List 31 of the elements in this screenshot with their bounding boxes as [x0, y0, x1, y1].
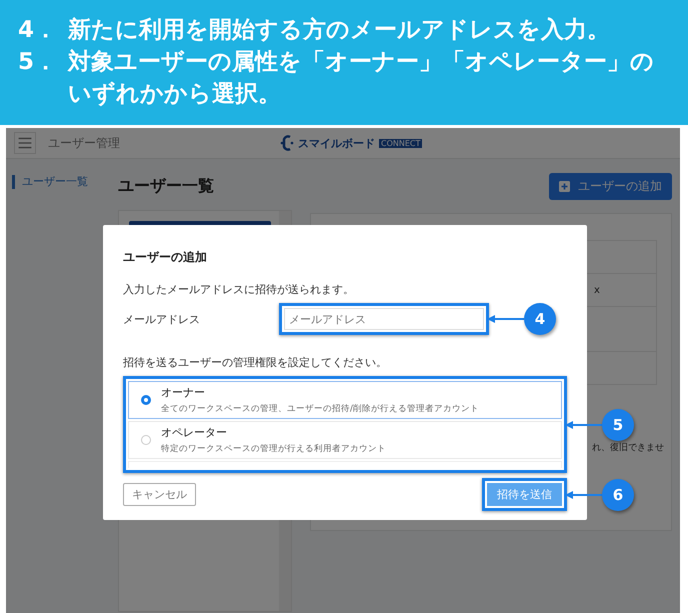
step-badge: 4: [524, 303, 556, 335]
sidebar-item[interactable]: ユーザー一覧: [12, 175, 106, 189]
dialog-title: ユーザーの追加: [123, 249, 208, 266]
header-title: ユーザー管理: [48, 134, 120, 152]
logo-text: スマイルボード: [298, 136, 375, 150]
add-user-button[interactable]: ユーザーの追加: [549, 173, 672, 200]
instruction-text: 新たに利用を開始する方のメールアドレスを入力。: [68, 16, 611, 45]
role-name: オペレーター: [161, 425, 228, 440]
role-option[interactable]: オーナー 全てのワークスペースの管理、ユーザーの招待/削除が行える管理者アカウント: [128, 381, 562, 419]
radio-button[interactable]: [141, 395, 151, 405]
step-number: 5．: [18, 48, 58, 77]
role-description: 特定のワークスペースの管理が行える利用者アカウント: [161, 443, 386, 455]
email-field[interactable]: メールアドレス: [284, 308, 484, 330]
detail-text: x: [594, 284, 600, 296]
role-description: 全てのワークスペースの管理、ユーザーの招待/削除が行える管理者アカウント: [161, 403, 479, 415]
radio-button[interactable]: [141, 435, 151, 445]
email-label: メールアドレス: [123, 312, 201, 326]
role-option[interactable]: オペレーター 特定のワークスペースの管理が行える利用者アカウント: [128, 421, 562, 459]
cancel-button[interactable]: キャンセル: [123, 483, 196, 506]
role-name: オーナー: [161, 385, 206, 400]
dialog-description: 入力したメールアドレスに招待が送られます。: [123, 282, 355, 297]
menu-icon[interactable]: [14, 132, 36, 154]
role-prompt: 招待を送るユーザーの管理権限を設定してください。: [123, 355, 388, 370]
logo-badge: CONNECT: [379, 138, 422, 148]
page-title: ユーザー一覧: [118, 176, 214, 197]
detail-text: れ、復旧できませ: [592, 443, 664, 453]
step-number: 4．: [18, 16, 58, 45]
instruction-text: 対象ユーザーの属性を「オーナー」「オペレーター」のいずれかから選択。: [68, 48, 655, 109]
plus-icon: [559, 181, 570, 192]
logo-icon: [280, 134, 294, 152]
send-invite-button[interactable]: 招待を送信: [487, 483, 562, 506]
